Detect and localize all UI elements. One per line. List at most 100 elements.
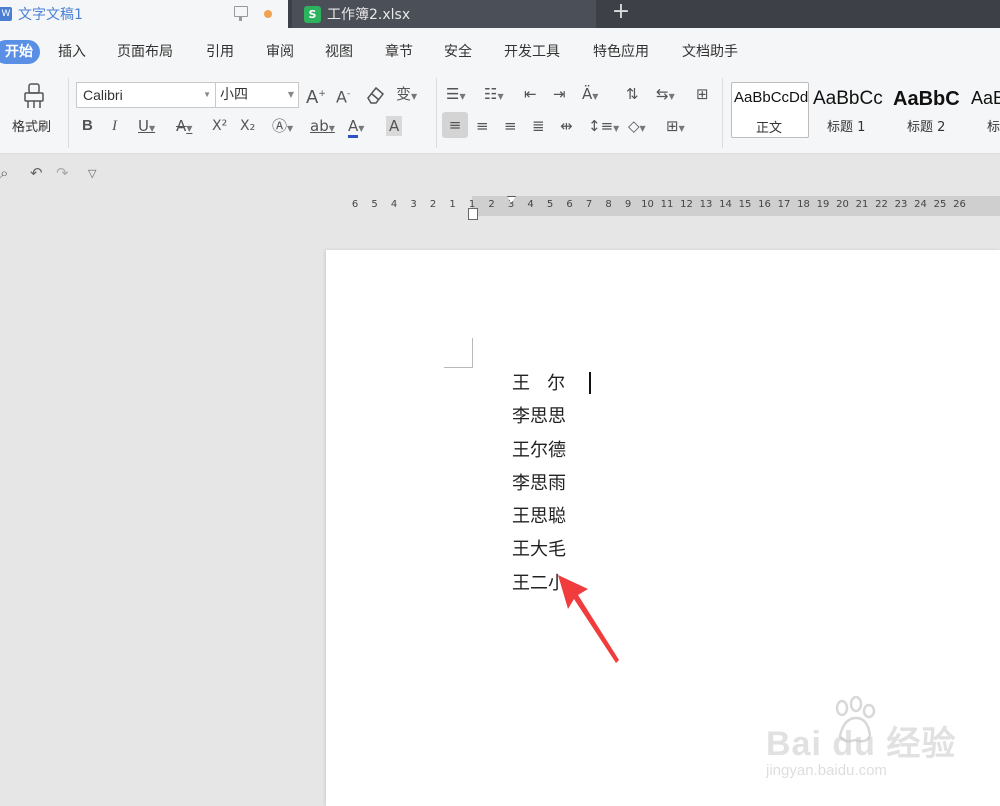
chevron-down-icon: ▼	[592, 92, 599, 101]
document-line[interactable]: 王尔德	[512, 438, 566, 471]
justify-icon[interactable]: ≣	[532, 116, 545, 136]
menu-insert[interactable]: 插入	[58, 40, 86, 64]
text-direction-icon: Ä	[582, 85, 593, 103]
chevron-down-icon: ▼	[358, 124, 365, 133]
menu-references[interactable]: 引用	[206, 40, 234, 64]
highlighter-icon: ab	[310, 117, 329, 135]
horizontal-ruler[interactable]: 6 5 4 3 2 1 1 2 3 4 5 6 7 8 9 10 11 12 13 14 15 16 17 18 19 20 21 2…	[340, 196, 1000, 216]
chevron-down-icon: ▼	[148, 124, 156, 133]
document-line[interactable]: 王 尔	[512, 371, 566, 404]
font-name-value: Calibri	[83, 87, 123, 103]
subscript-button[interactable]: X₂	[240, 116, 255, 136]
document-line[interactable]: 李思思	[512, 404, 566, 437]
style-heading-1[interactable]: AaBbCc 标题 1	[811, 82, 891, 138]
superscript-button[interactable]: X²	[212, 116, 227, 136]
chevron-down-icon: ▼	[497, 92, 504, 101]
style-heading-3[interactable]: AaBl 标	[969, 82, 1000, 138]
menu-home[interactable]: 开始	[0, 40, 40, 64]
print-preview-icon[interactable]: ⌕	[0, 164, 8, 182]
table-grid-icon[interactable]: ⊞	[696, 84, 709, 104]
numbered-list-icon: ☷	[484, 85, 498, 103]
group-divider	[436, 78, 437, 148]
ruler-tick-label: 5	[546, 199, 554, 210]
document-line[interactable]: 李思雨	[512, 471, 566, 504]
underline-button[interactable]: U▼	[138, 116, 155, 139]
new-tab-button[interactable]: +	[608, 0, 634, 28]
group-divider	[722, 78, 723, 148]
font-name-select[interactable]: Calibri ▼	[76, 82, 216, 108]
customize-toolbar-icon[interactable]: ▽	[88, 167, 96, 180]
menu-security[interactable]: 安全	[444, 40, 472, 64]
present-icon[interactable]	[234, 6, 248, 21]
highlight-button[interactable]: ab▼	[310, 116, 335, 139]
margin-corner-mark	[444, 338, 473, 368]
bold-button[interactable]: B	[82, 116, 93, 136]
document-line[interactable]: 王思聪	[512, 504, 566, 537]
ruler-tick-label: 20	[836, 199, 849, 210]
chevron-down-icon: ▼	[186, 124, 193, 133]
tab-document-1[interactable]: W 文字文稿1	[0, 0, 288, 28]
shrink-font-button[interactable]: A-	[336, 84, 350, 107]
line-spacing-icon: ↕≡	[588, 117, 614, 135]
menu-doc-assistant[interactable]: 文档助手	[682, 40, 738, 64]
align-right-icon[interactable]: ≡	[504, 116, 517, 136]
line-spacing-button[interactable]: ↕≡▼	[588, 116, 619, 139]
shading-button[interactable]: ◇▼	[628, 116, 646, 139]
font-size-select[interactable]: 小四 ▼	[215, 82, 299, 108]
numbered-list-button[interactable]: ☷▼	[484, 84, 504, 107]
ruler-tick-label: 7	[585, 199, 593, 210]
strikethrough-button[interactable]: A▼	[176, 116, 192, 139]
decrease-indent-icon[interactable]: ⇤	[524, 84, 537, 104]
ruler-tick-label: 2	[429, 199, 437, 210]
ribbon-toolbar: 格式刷 Calibri ▼ 小四 ▼ A+ A- 变▼ B I U▼ A▼ X²…	[0, 74, 1000, 154]
style-normal[interactable]: AaBbCcDd 正文	[731, 82, 809, 138]
undo-icon[interactable]: ↶	[30, 164, 43, 182]
style-heading-2[interactable]: AaBbC 标题 2	[891, 82, 969, 138]
chevron-down-icon: ▼	[287, 124, 294, 133]
grow-font-icon: A	[306, 87, 319, 108]
menu-special-apps[interactable]: 特色应用	[593, 40, 649, 64]
watermark-url: jingyan.baidu.com	[766, 762, 887, 779]
ruler-tick-label: 18	[797, 199, 810, 210]
align-center-icon[interactable]: ≡	[476, 116, 489, 136]
ruler-tick-label: 16	[758, 199, 771, 210]
clear-format-icon[interactable]	[364, 84, 386, 106]
phonetic-guide-button[interactable]: 变▼	[396, 84, 417, 107]
ruler-tick-label: 14	[719, 199, 732, 210]
ruler-tick-label: 6	[566, 199, 573, 210]
redo-icon[interactable]: ↷	[56, 164, 69, 182]
text-effect-button[interactable]: Ⓐ▼	[272, 116, 293, 139]
ruler-tick-label: 21	[855, 199, 869, 210]
writer-doc-icon: W	[0, 7, 12, 21]
align-left-icon[interactable]: ≡	[442, 112, 468, 138]
menu-developer-tools[interactable]: 开发工具	[504, 40, 560, 64]
tab-workbook-2[interactable]: S 工作簿2.xlsx	[292, 0, 596, 28]
sort-icon[interactable]: ⇅	[626, 84, 639, 104]
strikethrough-icon: A	[176, 117, 187, 135]
ruler-tick-label: 22	[875, 199, 888, 210]
chevron-down-icon: ▼	[459, 92, 466, 101]
ruler-tick-label: 25	[933, 199, 947, 210]
format-painter-label[interactable]: 格式刷	[12, 118, 51, 138]
font-color-button[interactable]: A▼	[348, 116, 364, 139]
menu-review[interactable]: 审阅	[266, 40, 294, 64]
menu-page-layout[interactable]: 页面布局	[117, 40, 173, 64]
bullet-list-icon: ☰	[446, 85, 460, 103]
text-direction-button[interactable]: Ä▼	[582, 84, 598, 107]
show-marks-button[interactable]: ⇆▼	[656, 84, 675, 107]
grow-font-button[interactable]: A+	[306, 84, 326, 108]
tab-title: 工作簿2.xlsx	[327, 7, 411, 23]
increase-indent-icon[interactable]: ⇥	[553, 84, 566, 104]
chevron-down-icon: ▼	[287, 90, 294, 99]
bullet-list-button[interactable]: ☰▼	[446, 84, 466, 107]
char-shading-button[interactable]: A	[386, 116, 403, 136]
menu-view[interactable]: 视图	[325, 40, 353, 64]
left-indent-marker[interactable]	[468, 208, 478, 220]
distributed-align-icon[interactable]: ⇹	[560, 116, 573, 136]
format-painter-icon[interactable]	[20, 82, 50, 110]
borders-button[interactable]: ⊞▼	[666, 116, 685, 139]
italic-button[interactable]: I	[112, 116, 117, 136]
ruler-tick-label: 10	[641, 199, 654, 210]
menu-section[interactable]: 章节	[385, 40, 413, 64]
chevron-down-icon: ▼	[678, 124, 685, 133]
